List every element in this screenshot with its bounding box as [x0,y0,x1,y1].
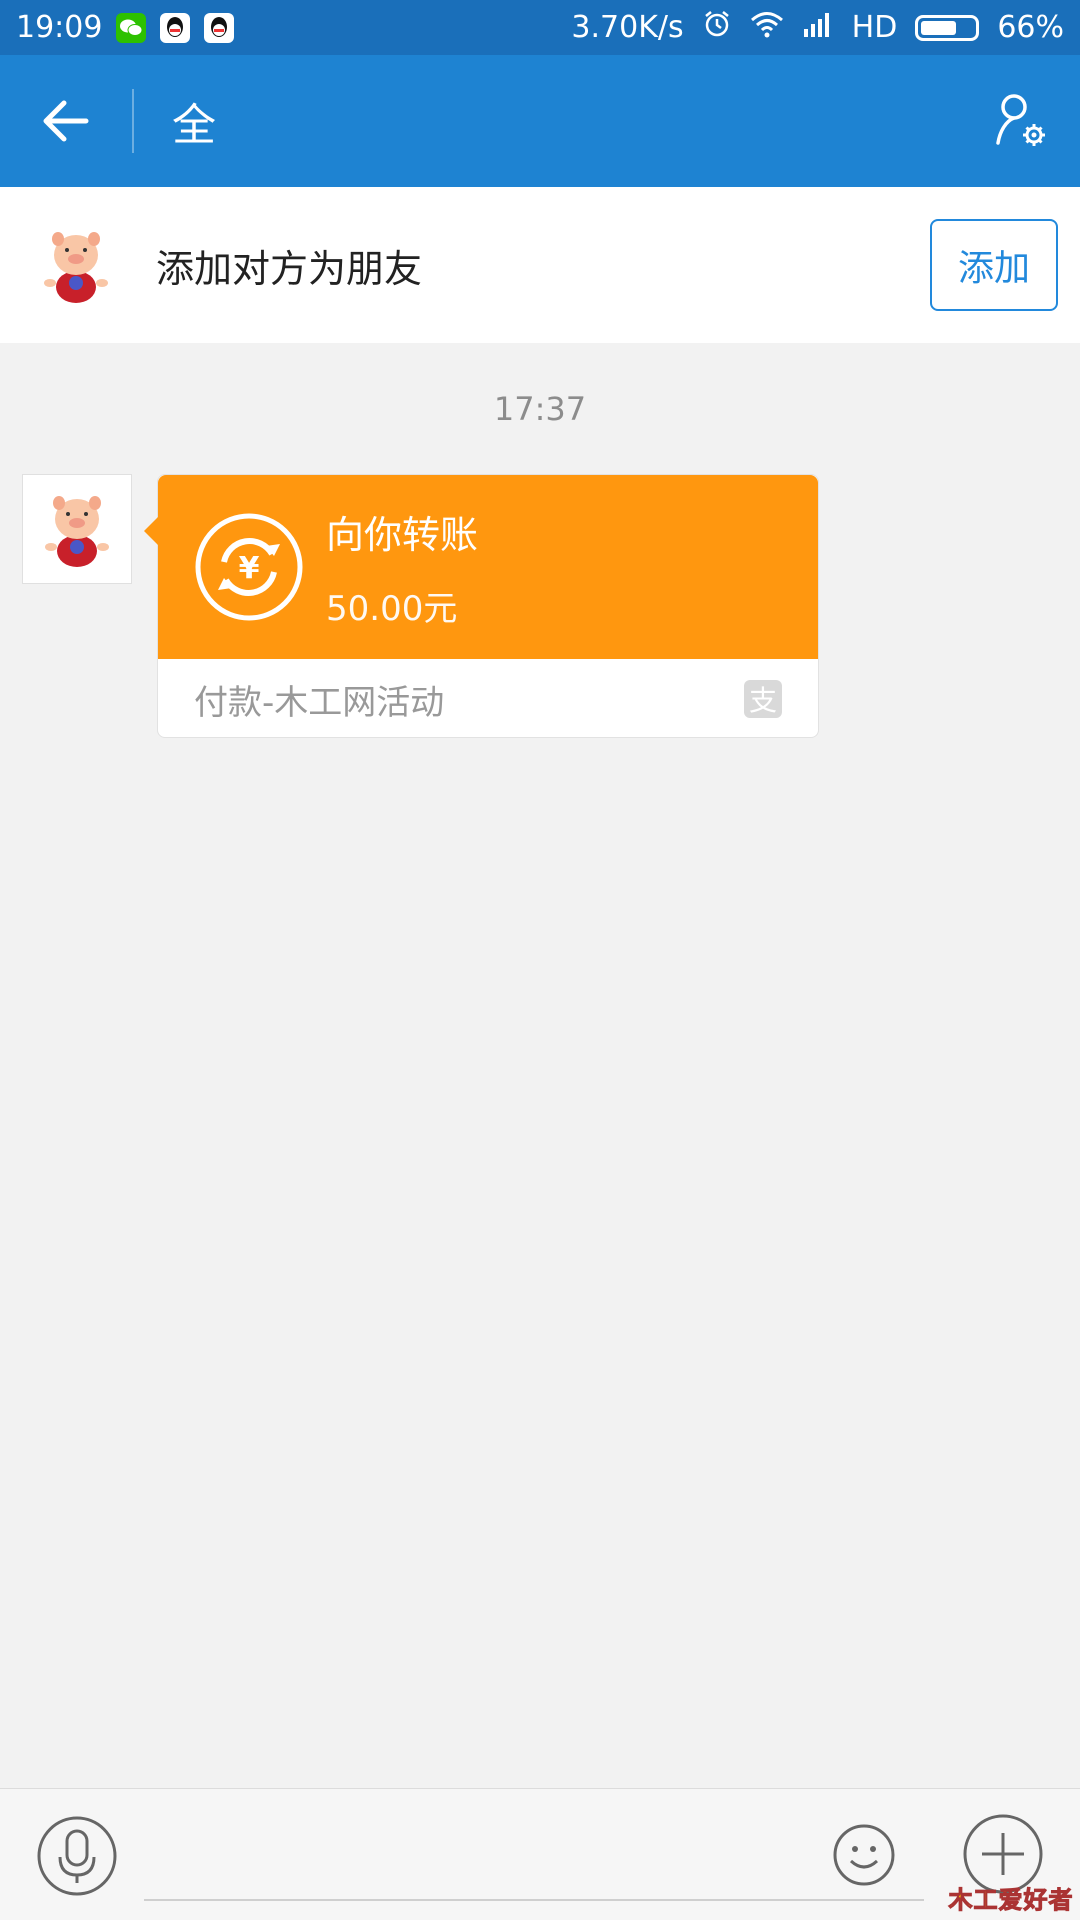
pig-avatar-icon [36,225,116,305]
message-timestamp: 17:37 [493,390,587,428]
transfer-amount: 50.00元 [326,589,458,629]
status-time: 19:09 [16,10,103,45]
chat-title: 全 [172,100,216,151]
arrow-left-icon [43,100,89,142]
alarm-icon [702,9,732,47]
add-friend-text: 添加对方为朋友 [156,246,423,291]
add-friend-button[interactable]: 添加 [930,219,1058,311]
transfer-icon: ¥ [195,513,303,621]
transfer-card-header: ¥ 向你转账 50.00元 [144,475,818,659]
network-speed: 3.70K/s [571,10,684,45]
smiley-icon[interactable] [832,1823,896,1887]
add-friend-banner: 添加对方为朋友 添加 [0,187,1080,343]
appbar-divider [132,89,134,153]
transfer-card-footer: 付款-木工网活动 支 [158,659,818,739]
wechat-notification-icon [116,12,147,43]
signal-label: HD [851,10,898,45]
pig-avatar-icon [45,496,109,567]
transfer-title: 向你转账 [326,513,479,557]
profile-settings-button[interactable] [960,55,1080,187]
wifi-icon [750,10,784,46]
message-input[interactable] [144,1899,924,1901]
input-bar [0,1788,1080,1920]
back-button[interactable] [0,55,132,187]
battery-icon [915,14,980,41]
contact-avatar[interactable] [36,225,116,305]
battery-level [921,20,956,35]
qq-notification-icon [160,12,191,43]
yen-symbol: ¥ [239,551,260,586]
battery-percent: 66% [997,10,1064,45]
watermark-logo: 木工 爱好者 [948,1878,1074,1916]
signal-icon [802,10,834,45]
microphone-icon[interactable] [36,1815,118,1897]
transfer-message-card[interactable]: ¥ 向你转账 50.00元 付款-木工网活动 支 [144,474,819,739]
status-bar: 19:09 3.70K/s HD 66% [0,0,1080,55]
qq-notification-icon [204,12,235,43]
watermark-prefix: 木工 [948,1885,999,1914]
sender-avatar[interactable] [22,474,132,584]
alipay-icon: 支 [744,680,782,718]
watermark-text: 爱好者 [998,1885,1074,1914]
transfer-description: 付款-木工网活动 [194,682,445,723]
profile-settings-icon [996,94,1045,146]
app-bar: 全 [0,55,1080,187]
bubble-tail [144,517,158,545]
